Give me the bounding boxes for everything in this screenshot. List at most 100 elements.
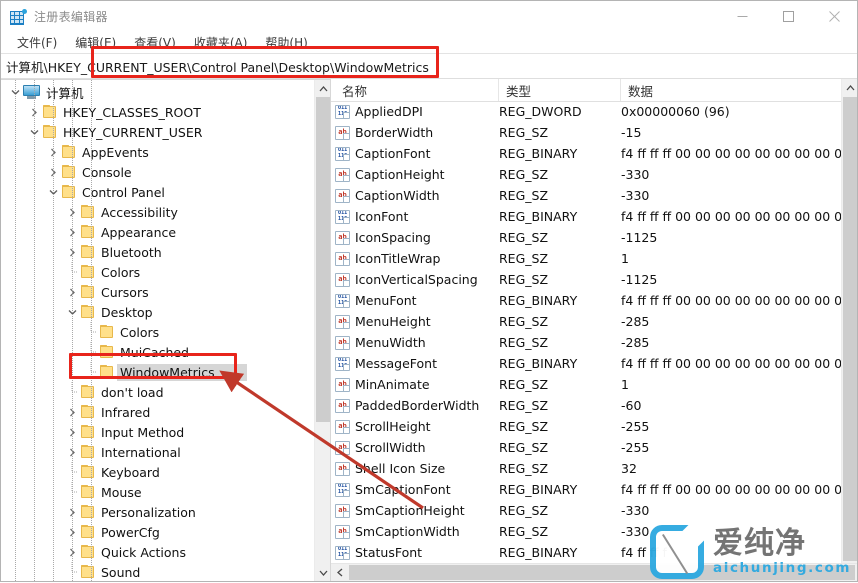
tree-node-appevents[interactable]: AppEvents <box>1 142 314 162</box>
table-row[interactable]: abPaddedBorderWidthREG_SZ-60 <box>331 395 841 416</box>
table-row[interactable]: 011110SmCaptionFontREG_BINARYf4 ff ff ff… <box>331 479 841 500</box>
tree-node-label: MuiCached <box>120 345 195 360</box>
table-row[interactable]: abCaptionWidthREG_SZ-330 <box>331 185 841 206</box>
table-row[interactable]: 011110IconFontREG_BINARYf4 ff ff ff 00 0… <box>331 206 841 227</box>
table-row[interactable]: 011110MessageFontREG_BINARYf4 ff ff ff 0… <box>331 353 841 374</box>
column-type[interactable]: 类型 <box>499 79 621 101</box>
tree-node-mouse[interactable]: Mouse <box>1 482 314 502</box>
tree-node-control-panel[interactable]: Control Panel <box>1 182 314 202</box>
column-name[interactable]: 名称 <box>335 79 499 101</box>
chevron-left-icon[interactable] <box>331 564 348 581</box>
close-icon[interactable] <box>811 1 857 32</box>
tree-vertical-scrollbar[interactable] <box>314 80 330 581</box>
folder-icon <box>42 105 58 119</box>
tree-node-quick-actions[interactable]: Quick Actions <box>1 542 314 562</box>
value-data: f4 ff ff ff 00 00 00 00 00 00 00 00 00 0 <box>621 353 841 374</box>
table-row[interactable]: abSmCaptionHeightREG_SZ-330 <box>331 500 841 521</box>
table-row[interactable]: abMenuHeightREG_SZ-285 <box>331 311 841 332</box>
tree-node-don-t-load[interactable]: don't load <box>1 382 314 402</box>
menu-file[interactable]: 文件(F) <box>8 33 66 53</box>
value-data: 32 <box>621 458 637 479</box>
tree-node-label: PowerCfg <box>101 525 166 540</box>
tree-node-international[interactable]: International <box>1 442 314 462</box>
binary-value-icon: 011110 <box>335 147 350 161</box>
table-row[interactable]: abIconVerticalSpacingREG_SZ-1125 <box>331 269 841 290</box>
tree-node-bluetooth[interactable]: Bluetooth <box>1 242 314 262</box>
table-row[interactable]: abScrollHeightREG_SZ-255 <box>331 416 841 437</box>
registry-icon <box>10 9 26 25</box>
tree-node-sound[interactable]: Sound <box>1 562 314 581</box>
tree-node-muicached[interactable]: MuiCached <box>1 342 314 362</box>
tree-node-infrared[interactable]: Infrared <box>1 402 314 422</box>
tree-guide-line <box>91 80 93 581</box>
tree-node-windowmetrics[interactable]: WindowMetrics <box>1 362 314 382</box>
address-bar[interactable]: 计算机\HKEY_CURRENT_USER\Control Panel\Desk… <box>1 53 857 79</box>
tree-node-hkey-current-user[interactable]: HKEY_CURRENT_USER <box>1 122 314 142</box>
tree-node-input-method[interactable]: Input Method <box>1 422 314 442</box>
registry-tree[interactable]: 计算机 HKEY_CLASSES_ROOT HKEY_CURRENT_USER App… <box>1 80 314 581</box>
table-row[interactable]: abShell Icon SizeREG_SZ32 <box>331 458 841 479</box>
binary-value-icon: 011110 <box>335 105 350 119</box>
tree-node-label: HKEY_CLASSES_ROOT <box>63 105 207 120</box>
tree-node-[interactable]: 计算机 <box>1 82 314 102</box>
value-name-cell: abSmCaptionWidth <box>335 521 460 542</box>
folder-icon <box>80 245 96 259</box>
watermark: 爱纯净 aichunjing.com <box>650 525 851 579</box>
table-row[interactable]: abMinAnimateREG_SZ1 <box>331 374 841 395</box>
tree-node-personalization[interactable]: Personalization <box>1 502 314 522</box>
value-name: CaptionWidth <box>355 188 440 203</box>
table-row[interactable]: 011110AppliedDPIREG_DWORD0x00000060 (96) <box>331 101 841 122</box>
tree-node-hkey-classes-root[interactable]: HKEY_CLASSES_ROOT <box>1 102 314 122</box>
maximize-icon[interactable] <box>765 1 811 32</box>
value-name: ScrollWidth <box>355 440 426 455</box>
table-row[interactable]: 011110CaptionFontREG_BINARYf4 ff ff ff 0… <box>331 143 841 164</box>
tree-guide-line <box>53 80 55 581</box>
tree-node-label: HKEY_CURRENT_USER <box>63 125 208 140</box>
tree-node-accessibility[interactable]: Accessibility <box>1 202 314 222</box>
column-header-label: 类型 <box>506 81 531 100</box>
tree-node-console[interactable]: Console <box>1 162 314 182</box>
value-type: REG_BINARY <box>499 353 577 374</box>
table-row[interactable]: abIconTitleWrapREG_SZ1 <box>331 248 841 269</box>
menu-help[interactable]: 帮助(H) <box>256 33 316 53</box>
table-row[interactable]: abMenuWidthREG_SZ-285 <box>331 332 841 353</box>
tree-node-colors[interactable]: Colors <box>1 262 314 282</box>
registry-values-list[interactable]: 011110AppliedDPIREG_DWORD0x00000060 (96)… <box>331 101 841 563</box>
chevron-down-icon[interactable] <box>315 564 330 581</box>
tree-node-label: Bluetooth <box>101 245 168 260</box>
table-row[interactable]: abCaptionHeightREG_SZ-330 <box>331 164 841 185</box>
menu-edit[interactable]: 编辑(E) <box>66 33 125 53</box>
tree-scroll-thumb[interactable] <box>316 97 330 422</box>
value-name: MenuFont <box>355 293 417 308</box>
value-type: REG_SZ <box>499 269 548 290</box>
tree-node-desktop[interactable]: Desktop <box>1 302 314 322</box>
list-vertical-scrollbar[interactable] <box>841 79 857 563</box>
table-row[interactable]: abIconSpacingREG_SZ-1125 <box>331 227 841 248</box>
value-name: AppliedDPI <box>355 104 423 119</box>
menu-view[interactable]: 查看(V) <box>125 33 185 53</box>
chevron-up-icon[interactable] <box>315 80 330 97</box>
value-type: REG_BINARY <box>499 542 577 563</box>
table-row[interactable]: 011110MenuFontREG_BINARYf4 ff ff ff 00 0… <box>331 290 841 311</box>
value-data: 1 <box>621 374 629 395</box>
table-row[interactable]: abBorderWidthREG_SZ-15 <box>331 122 841 143</box>
tree-node-powercfg[interactable]: PowerCfg <box>1 522 314 542</box>
list-scroll-thumb[interactable] <box>843 97 857 561</box>
folder-icon <box>80 305 96 319</box>
value-name-cell: abIconVerticalSpacing <box>335 269 478 290</box>
value-type: REG_SZ <box>499 395 548 416</box>
tree-node-label: Cursors <box>101 285 155 300</box>
column-data[interactable]: 数据 <box>621 79 843 101</box>
tree-node-keyboard[interactable]: Keyboard <box>1 462 314 482</box>
tree-node-cursors[interactable]: Cursors <box>1 282 314 302</box>
chevron-up-icon[interactable] <box>842 79 857 96</box>
value-data: -285 <box>621 332 649 353</box>
list-column-headers[interactable]: 名称类型 数据 <box>331 79 857 102</box>
folder-icon <box>80 265 96 279</box>
menu-favorites[interactable]: 收藏夹(A) <box>185 33 257 53</box>
value-name-cell: abShell Icon Size <box>335 458 445 479</box>
minimize-icon[interactable] <box>719 1 765 32</box>
tree-node-colors[interactable]: Colors <box>1 322 314 342</box>
table-row[interactable]: abScrollWidthREG_SZ-255 <box>331 437 841 458</box>
tree-node-appearance[interactable]: Appearance <box>1 222 314 242</box>
